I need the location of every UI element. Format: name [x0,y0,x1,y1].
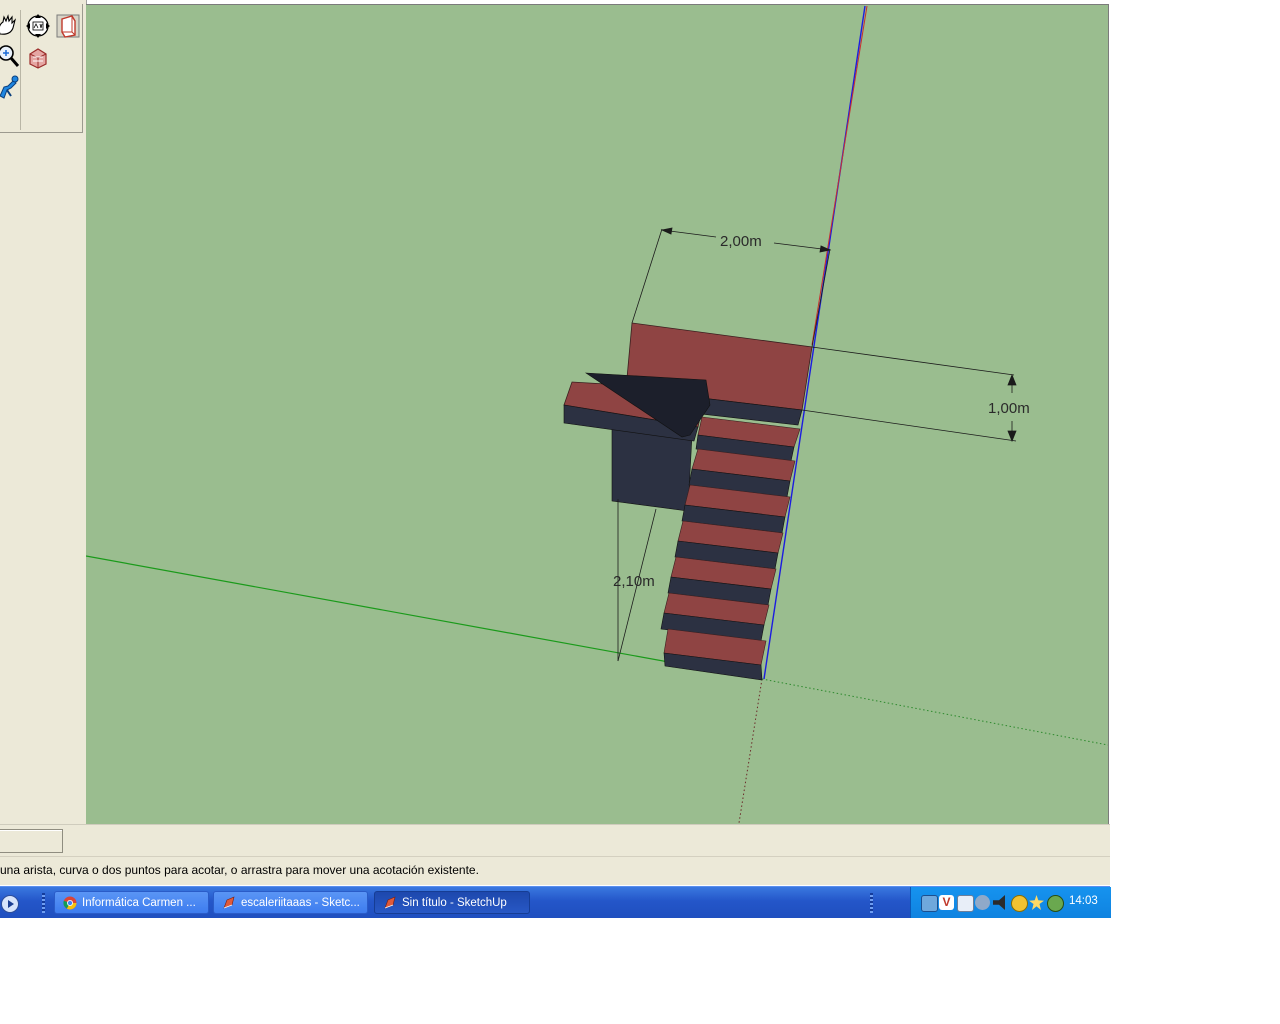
media-player-icon[interactable] [1,895,19,913]
tool-palette [0,0,87,824]
messenger-icon[interactable] [957,895,974,912]
green-axis [86,555,763,680]
volume-icon[interactable] [993,895,1005,910]
orbit-icon[interactable] [24,12,52,40]
red-axis [811,5,868,346]
task-button-label: Sin título - SketchUp [402,897,507,909]
section-plane-icon[interactable] [54,12,82,40]
dimension-label-2-00m: 2,00m [720,233,762,250]
dimension-label-1-00m: 1,00m [988,400,1030,417]
status-bar: una arista, curva o dos puntos para acot… [0,856,1110,885]
security-icon[interactable] [1011,895,1028,912]
taskbar: Informática Carmen ... escaleriitaaas - … [0,886,1111,918]
taskbar-grip[interactable] [42,893,45,913]
tool-palette-group [0,4,83,133]
task-button-label: Informática Carmen ... [82,897,196,909]
task-button-sketchup-escalera[interactable]: escaleriitaaas - Sketc... [213,891,368,914]
task-button-label: escaleriitaaas - Sketc... [241,897,360,909]
walk-icon[interactable] [0,74,22,102]
pan-icon[interactable] [0,12,22,40]
sketchup-icon [223,896,235,909]
zoom-icon[interactable] [0,42,22,70]
system-tray: V 14:03 [910,887,1111,918]
taskbar-clock[interactable]: 14:03 [1069,895,1098,907]
updates-icon[interactable] [975,895,990,910]
printer-icon[interactable] [1047,895,1064,912]
chrome-icon [63,896,77,910]
sketchup-icon [384,896,396,909]
dimension-1-00m[interactable] [801,346,1017,443]
task-button-sketchup-sin-titulo[interactable]: Sin título - SketchUp [374,891,530,914]
measurements-row [0,824,1110,857]
star-icon[interactable] [1029,895,1044,910]
section-cut-icon[interactable] [24,44,52,72]
network-icon[interactable] [921,895,938,912]
measurements-box[interactable] [0,829,63,853]
model-viewport[interactable]: 2,00m 1,00m 2,10m [86,4,1109,825]
task-button-browser[interactable]: Informática Carmen ... [54,891,209,914]
green-axis-negative [761,678,1108,746]
antivirus-icon[interactable]: V [939,895,954,910]
sketchup-window: 2,00m 1,00m 2,10m una arista, curva o do… [0,0,1111,918]
red-axis-negative [738,678,763,824]
taskbar-grip[interactable] [870,893,873,913]
status-hint: una arista, curva o dos puntos para acot… [0,863,479,877]
dimension-label-2-10m: 2,10m [613,573,655,590]
